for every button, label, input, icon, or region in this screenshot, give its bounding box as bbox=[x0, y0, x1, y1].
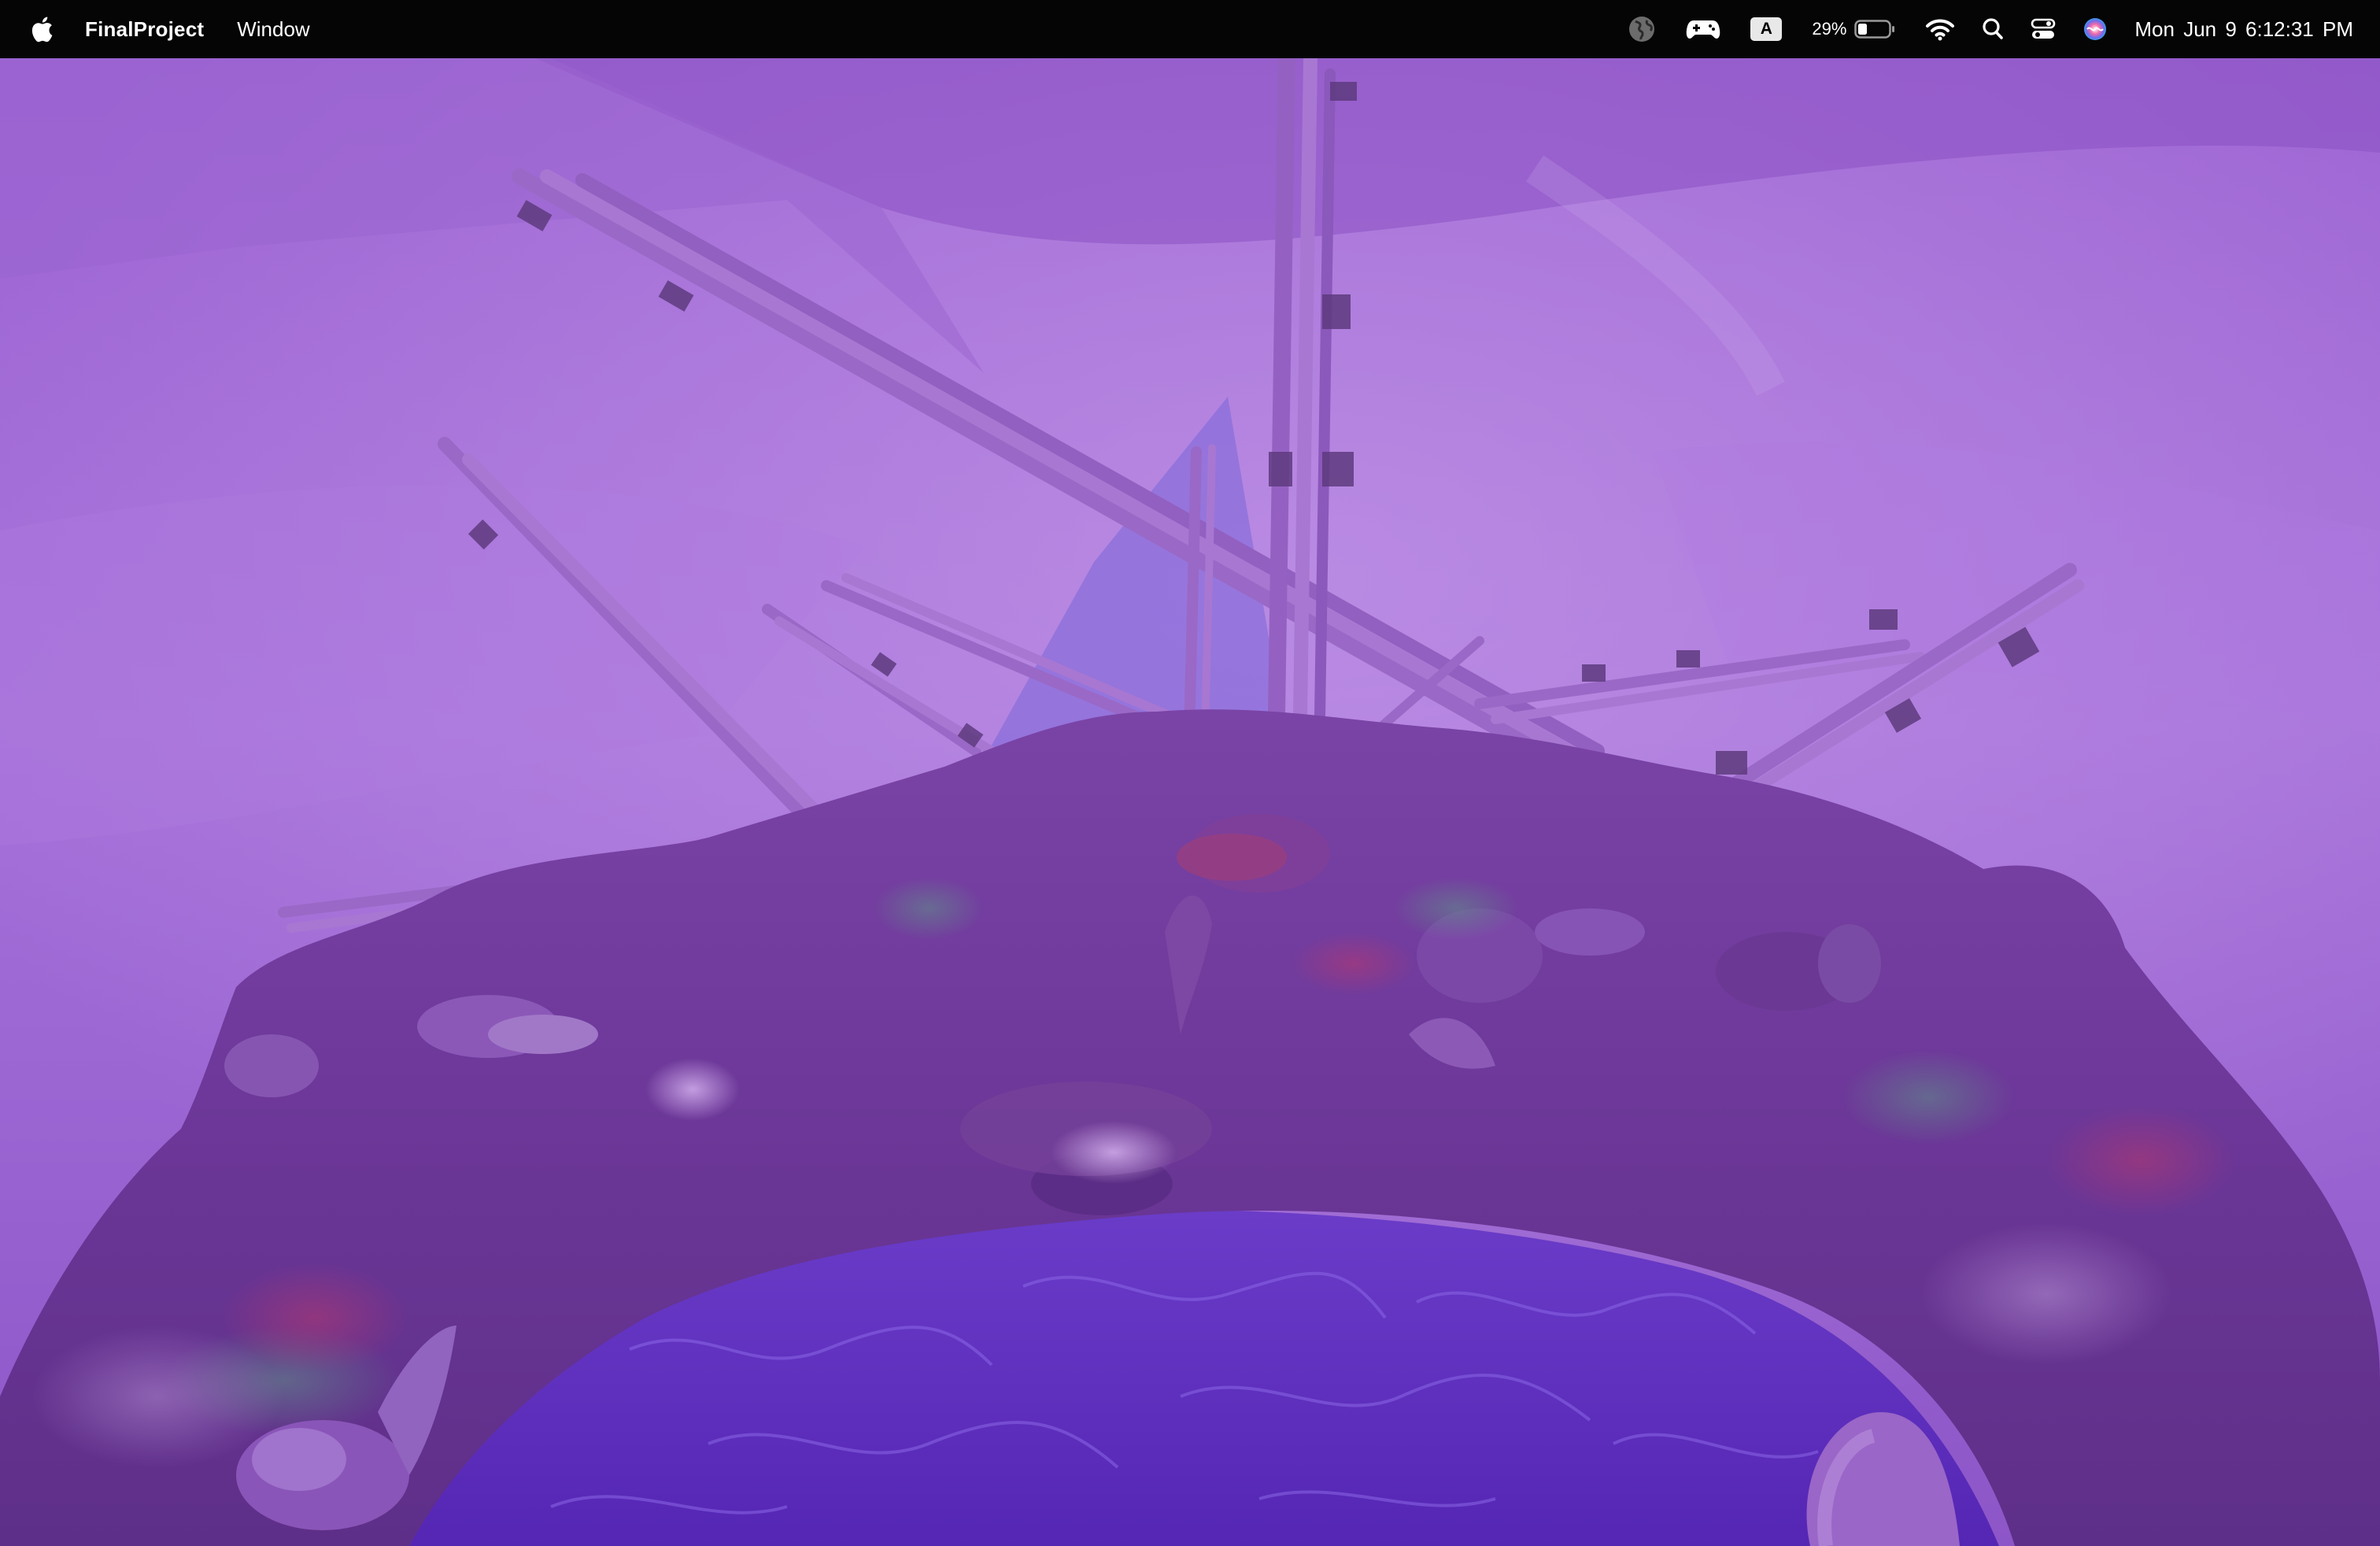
wifi-icon[interactable] bbox=[1925, 0, 1955, 58]
3d-scene bbox=[0, 58, 2380, 1546]
control-center-icon[interactable] bbox=[2031, 0, 2056, 58]
clock[interactable]: Mon Jun 9 6:12:31 PM bbox=[2134, 0, 2353, 58]
battery-percentage: 29% bbox=[1812, 19, 1847, 39]
game-viewport[interactable] bbox=[0, 58, 2380, 1546]
globe-icon[interactable] bbox=[1626, 0, 1658, 58]
menu-bar: FinalProject Window A 29% Mon Jun 9 6:12… bbox=[0, 0, 2380, 58]
input-source-icon[interactable]: A bbox=[1750, 17, 1783, 41]
siri-icon[interactable] bbox=[2082, 0, 2108, 58]
window-menu[interactable]: Window bbox=[237, 17, 309, 42]
game-controller-icon[interactable] bbox=[1686, 0, 1720, 58]
app-name-menu[interactable]: FinalProject bbox=[85, 17, 204, 42]
apple-icon[interactable] bbox=[30, 13, 57, 45]
search-icon[interactable] bbox=[1982, 0, 2004, 58]
battery-icon[interactable] bbox=[1854, 0, 1895, 58]
